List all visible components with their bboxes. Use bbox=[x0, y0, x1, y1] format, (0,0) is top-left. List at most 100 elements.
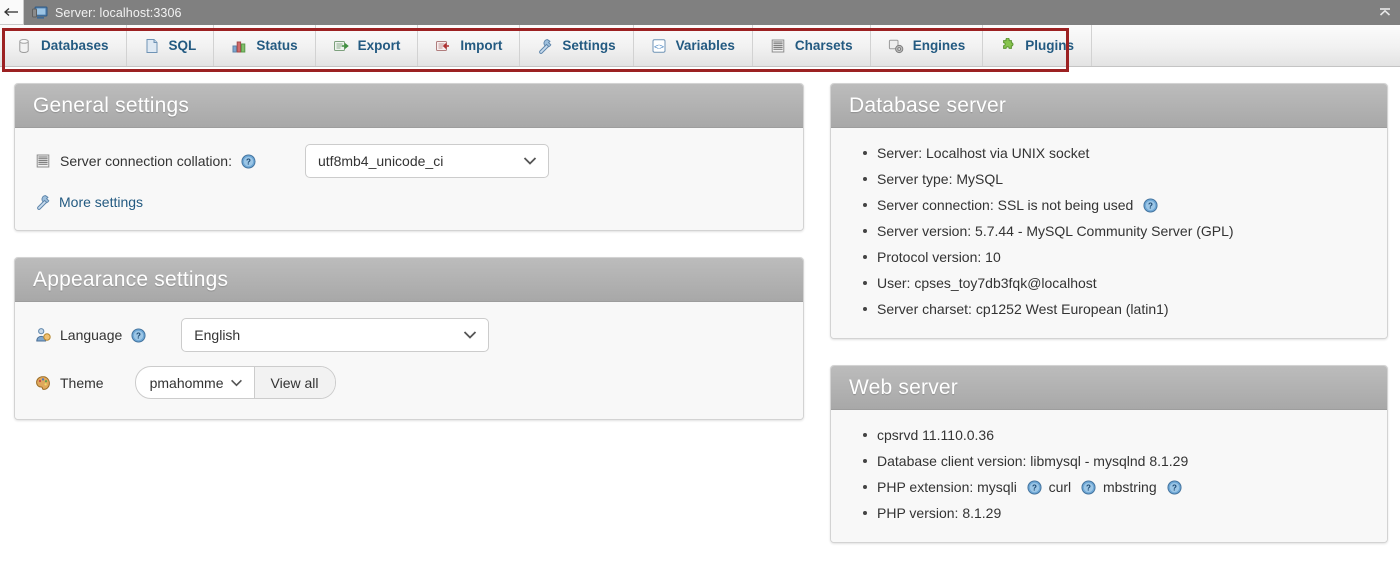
db-server-charset: Server charset: cp1252 West European (la… bbox=[877, 301, 1169, 317]
theme-select[interactable]: pmahomme bbox=[136, 367, 255, 398]
main-navigation-bar: Databases SQL Status Export Import Setti… bbox=[0, 25, 1400, 72]
back-button[interactable] bbox=[0, 0, 24, 25]
web-server-software: cpsrvd 11.110.0.36 bbox=[877, 427, 995, 443]
plugin-puzzle-icon bbox=[1003, 37, 1014, 49]
nav-tab-charsets[interactable]: Charsets bbox=[753, 25, 871, 66]
sql-document-icon bbox=[146, 38, 158, 53]
web-server-list: cpsrvd 11.110.0.36 Database client versi… bbox=[851, 426, 1367, 522]
web-server-body: cpsrvd 11.110.0.36 Database client versi… bbox=[831, 410, 1387, 542]
nav-tab-engines[interactable]: Engines bbox=[871, 25, 984, 66]
help-icon[interactable]: ? bbox=[1143, 198, 1158, 213]
help-icon[interactable]: ? bbox=[1081, 480, 1096, 495]
appearance-settings-panel: Appearance settings Language ? English T… bbox=[14, 257, 804, 420]
php-version: PHP version: 8.1.29 bbox=[877, 505, 1002, 521]
svg-text:?: ? bbox=[246, 157, 251, 166]
nav-tab-label: SQL bbox=[168, 38, 197, 53]
nav-tab-label: Databases bbox=[41, 38, 109, 53]
import-icon bbox=[436, 40, 450, 51]
nav-tab-settings[interactable]: Settings bbox=[520, 25, 634, 66]
db-protocol-version: Protocol version: 10 bbox=[877, 249, 1001, 265]
svg-text:?: ? bbox=[1172, 484, 1177, 493]
charsets-lines-icon bbox=[36, 154, 50, 168]
export-icon bbox=[333, 40, 349, 51]
svg-text:?: ? bbox=[1032, 484, 1037, 493]
collapse-up-icon[interactable] bbox=[1376, 3, 1394, 21]
nav-tab-label: Import bbox=[460, 38, 503, 53]
help-icon[interactable]: ? bbox=[131, 327, 146, 343]
list-item: Server connection: SSL is not being used… bbox=[863, 196, 1367, 222]
view-all-themes-button[interactable]: View all bbox=[254, 367, 335, 398]
chevron-down-icon bbox=[464, 331, 477, 339]
nav-tab-databases[interactable]: Databases bbox=[0, 25, 127, 66]
nav-tab-label: Engines bbox=[912, 38, 966, 53]
server-monitor-icon bbox=[32, 6, 48, 20]
db-server-host: Server: Localhost via UNIX socket bbox=[877, 145, 1090, 161]
list-item: Database client version: libmysql - mysq… bbox=[863, 452, 1367, 478]
server-collation-select[interactable]: utf8mb4_unicode_ci bbox=[305, 144, 549, 178]
theme-value: pmahomme bbox=[149, 374, 224, 391]
database-server-body: Server: Localhost via UNIX socket Server… bbox=[831, 128, 1387, 338]
svg-text:<>: <> bbox=[654, 41, 664, 51]
nav-tab-label: Status bbox=[256, 38, 298, 53]
help-icon[interactable]: ? bbox=[1166, 480, 1182, 495]
help-icon[interactable]: ? bbox=[1027, 480, 1042, 495]
database-server-header: Database server bbox=[831, 84, 1387, 128]
web-server-panel: Web server cpsrvd 11.110.0.36 Database c… bbox=[830, 365, 1388, 543]
nav-tab-label: Charsets bbox=[794, 38, 853, 53]
nav-tab-import[interactable]: Import bbox=[418, 25, 521, 66]
language-select[interactable]: English bbox=[181, 318, 490, 352]
general-settings-header: General settings bbox=[15, 84, 803, 128]
charsets-lines-icon bbox=[771, 39, 785, 52]
php-extension-label: PHP extension: mysqli bbox=[877, 479, 1017, 495]
svg-text:?: ? bbox=[1086, 484, 1091, 493]
list-item: Server version: 5.7.44 - MySQL Community… bbox=[863, 222, 1367, 248]
db-user: User: cpses_toy7db3fqk@localhost bbox=[877, 275, 1097, 291]
variables-code-icon: <> bbox=[652, 38, 666, 53]
status-chart-icon bbox=[232, 41, 246, 52]
appearance-settings-body: Language ? English Theme pmahomme View a… bbox=[15, 302, 803, 419]
left-column: General settings Server connection colla… bbox=[14, 83, 804, 446]
general-settings-panel: General settings Server connection colla… bbox=[14, 83, 804, 231]
database-icon bbox=[19, 38, 29, 53]
database-server-list: Server: Localhost via UNIX socket Server… bbox=[851, 144, 1367, 318]
nav-tab-sql[interactable]: SQL bbox=[127, 25, 215, 66]
nav-tab-label: Export bbox=[357, 38, 401, 53]
language-value: English bbox=[194, 327, 241, 343]
wrench-icon bbox=[37, 195, 50, 210]
theme-palette-icon bbox=[36, 375, 50, 390]
nav-tab-variables[interactable]: <> Variables bbox=[634, 25, 753, 66]
chevron-down-icon bbox=[523, 157, 537, 165]
chevron-down-icon bbox=[230, 379, 242, 386]
nav-tab-label: Variables bbox=[675, 38, 735, 53]
help-icon[interactable]: ? bbox=[241, 153, 256, 169]
nav-tab-status[interactable]: Status bbox=[214, 25, 316, 66]
list-item: PHP extension: mysqli ? curl ? mbstring … bbox=[863, 478, 1367, 504]
theme-label: Theme bbox=[60, 374, 104, 391]
db-client-version: Database client version: libmysql - mysq… bbox=[877, 453, 1189, 469]
wrench-icon bbox=[539, 38, 552, 54]
engines-gear-icon bbox=[888, 39, 903, 53]
right-column: Database server Server: Localhost via UN… bbox=[830, 83, 1388, 569]
list-item: cpsrvd 11.110.0.36 bbox=[863, 426, 1367, 452]
svg-text:?: ? bbox=[136, 331, 141, 340]
window-title-bar: Server: localhost:3306 bbox=[0, 0, 1400, 25]
db-server-version: Server version: 5.7.44 - MySQL Community… bbox=[877, 223, 1234, 239]
list-item: PHP version: 8.1.29 bbox=[863, 504, 1367, 522]
more-settings-row: More settings bbox=[35, 194, 783, 210]
nav-tab-label: Plugins bbox=[1025, 38, 1074, 53]
theme-row: Theme pmahomme View all bbox=[35, 366, 783, 399]
theme-control-group: pmahomme View all bbox=[134, 366, 336, 399]
window-title: Server: localhost:3306 bbox=[55, 5, 182, 20]
appearance-settings-header: Appearance settings bbox=[15, 258, 803, 302]
list-item: Server type: MySQL bbox=[863, 170, 1367, 196]
database-server-panel: Database server Server: Localhost via UN… bbox=[830, 83, 1388, 339]
nav-tab-export[interactable]: Export bbox=[316, 25, 419, 66]
php-extension-curl: curl bbox=[1048, 479, 1072, 495]
web-server-header: Web server bbox=[831, 366, 1387, 410]
more-settings-link[interactable]: More settings bbox=[59, 194, 143, 210]
main-content: General settings Server connection colla… bbox=[0, 67, 1400, 569]
nav-tab-plugins[interactable]: Plugins bbox=[983, 25, 1092, 66]
svg-text:?: ? bbox=[1148, 202, 1153, 211]
panel-title: Appearance settings bbox=[33, 267, 229, 291]
db-server-type: Server type: MySQL bbox=[877, 171, 1004, 187]
